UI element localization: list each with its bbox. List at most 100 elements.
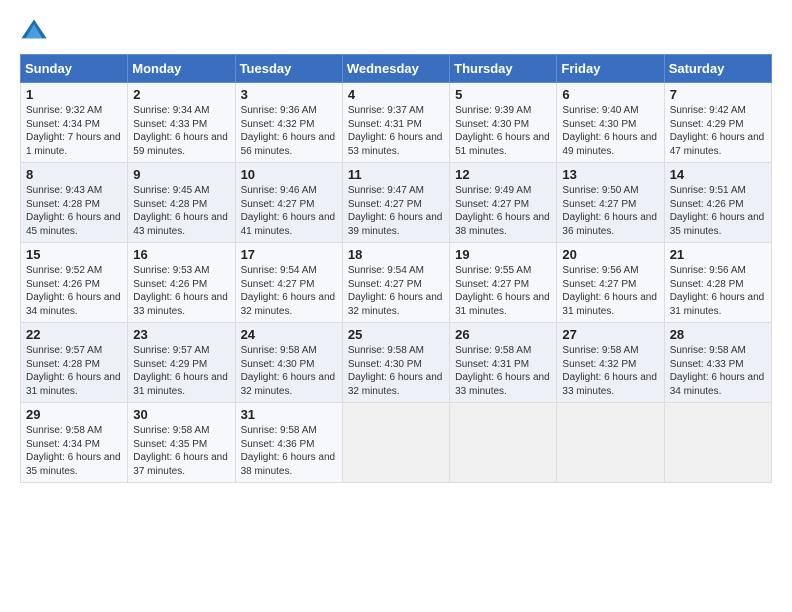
sunset-label: Sunset: 4:29 PM bbox=[670, 119, 744, 130]
day-number: 27 bbox=[562, 327, 658, 342]
daylight-label: Daylight: 6 hours and 34 minutes. bbox=[670, 372, 765, 397]
sunset-label: Sunset: 4:27 PM bbox=[455, 199, 529, 210]
daylight-label: Daylight: 6 hours and 33 minutes. bbox=[455, 372, 550, 397]
day-header-thursday: Thursday bbox=[450, 55, 557, 83]
sunrise-label: Sunrise: 9:55 AM bbox=[455, 265, 531, 276]
daylight-label: Daylight: 6 hours and 41 minutes. bbox=[241, 212, 336, 237]
day-number: 17 bbox=[241, 247, 337, 262]
sunrise-label: Sunrise: 9:39 AM bbox=[455, 105, 531, 116]
day-number: 28 bbox=[670, 327, 766, 342]
daylight-label: Daylight: 6 hours and 33 minutes. bbox=[133, 292, 228, 317]
cell-content: Sunrise: 9:55 AM Sunset: 4:27 PM Dayligh… bbox=[455, 264, 551, 318]
sunrise-label: Sunrise: 9:58 AM bbox=[670, 345, 746, 356]
calendar-cell: 21 Sunrise: 9:56 AM Sunset: 4:28 PM Dayl… bbox=[664, 243, 771, 323]
day-number: 14 bbox=[670, 167, 766, 182]
sunrise-label: Sunrise: 9:57 AM bbox=[133, 345, 209, 356]
sunset-label: Sunset: 4:30 PM bbox=[455, 119, 529, 130]
sunset-label: Sunset: 4:28 PM bbox=[26, 359, 100, 370]
day-number: 26 bbox=[455, 327, 551, 342]
cell-content: Sunrise: 9:50 AM Sunset: 4:27 PM Dayligh… bbox=[562, 184, 658, 238]
daylight-label: Daylight: 6 hours and 32 minutes. bbox=[348, 292, 443, 317]
week-row-1: 1 Sunrise: 9:32 AM Sunset: 4:34 PM Dayli… bbox=[21, 83, 772, 163]
cell-content: Sunrise: 9:45 AM Sunset: 4:28 PM Dayligh… bbox=[133, 184, 229, 238]
sunset-label: Sunset: 4:27 PM bbox=[562, 279, 636, 290]
day-number: 18 bbox=[348, 247, 444, 262]
calendar-cell: 16 Sunrise: 9:53 AM Sunset: 4:26 PM Dayl… bbox=[128, 243, 235, 323]
sunrise-label: Sunrise: 9:46 AM bbox=[241, 185, 317, 196]
daylight-label: Daylight: 6 hours and 33 minutes. bbox=[562, 372, 657, 397]
sunset-label: Sunset: 4:34 PM bbox=[26, 119, 100, 130]
day-number: 20 bbox=[562, 247, 658, 262]
week-row-5: 29 Sunrise: 9:58 AM Sunset: 4:34 PM Dayl… bbox=[21, 403, 772, 483]
sunrise-label: Sunrise: 9:56 AM bbox=[670, 265, 746, 276]
sunset-label: Sunset: 4:26 PM bbox=[670, 199, 744, 210]
calendar-header: SundayMondayTuesdayWednesdayThursdayFrid… bbox=[21, 55, 772, 83]
calendar-cell: 10 Sunrise: 9:46 AM Sunset: 4:27 PM Dayl… bbox=[235, 163, 342, 243]
sunrise-label: Sunrise: 9:58 AM bbox=[455, 345, 531, 356]
daylight-label: Daylight: 6 hours and 32 minutes. bbox=[348, 372, 443, 397]
calendar-cell: 7 Sunrise: 9:42 AM Sunset: 4:29 PM Dayli… bbox=[664, 83, 771, 163]
sunrise-label: Sunrise: 9:58 AM bbox=[562, 345, 638, 356]
day-header-monday: Monday bbox=[128, 55, 235, 83]
week-row-2: 8 Sunrise: 9:43 AM Sunset: 4:28 PM Dayli… bbox=[21, 163, 772, 243]
daylight-label: Daylight: 6 hours and 53 minutes. bbox=[348, 132, 443, 157]
calendar-cell: 28 Sunrise: 9:58 AM Sunset: 4:33 PM Dayl… bbox=[664, 323, 771, 403]
calendar-cell: 2 Sunrise: 9:34 AM Sunset: 4:33 PM Dayli… bbox=[128, 83, 235, 163]
sunset-label: Sunset: 4:30 PM bbox=[562, 119, 636, 130]
sunrise-label: Sunrise: 9:37 AM bbox=[348, 105, 424, 116]
day-header-wednesday: Wednesday bbox=[342, 55, 449, 83]
calendar-cell: 30 Sunrise: 9:58 AM Sunset: 4:35 PM Dayl… bbox=[128, 403, 235, 483]
sunrise-label: Sunrise: 9:43 AM bbox=[26, 185, 102, 196]
sunset-label: Sunset: 4:33 PM bbox=[133, 119, 207, 130]
day-number: 11 bbox=[348, 167, 444, 182]
cell-content: Sunrise: 9:57 AM Sunset: 4:28 PM Dayligh… bbox=[26, 344, 122, 398]
calendar-cell: 19 Sunrise: 9:55 AM Sunset: 4:27 PM Dayl… bbox=[450, 243, 557, 323]
cell-content: Sunrise: 9:39 AM Sunset: 4:30 PM Dayligh… bbox=[455, 104, 551, 158]
sunrise-label: Sunrise: 9:58 AM bbox=[133, 425, 209, 436]
daylight-label: Daylight: 6 hours and 32 minutes. bbox=[241, 292, 336, 317]
week-row-4: 22 Sunrise: 9:57 AM Sunset: 4:28 PM Dayl… bbox=[21, 323, 772, 403]
cell-content: Sunrise: 9:54 AM Sunset: 4:27 PM Dayligh… bbox=[241, 264, 337, 318]
sunrise-label: Sunrise: 9:42 AM bbox=[670, 105, 746, 116]
sunset-label: Sunset: 4:28 PM bbox=[133, 199, 207, 210]
cell-content: Sunrise: 9:58 AM Sunset: 4:30 PM Dayligh… bbox=[241, 344, 337, 398]
daylight-label: Daylight: 6 hours and 51 minutes. bbox=[455, 132, 550, 157]
sunset-label: Sunset: 4:27 PM bbox=[562, 199, 636, 210]
daylight-label: Daylight: 6 hours and 31 minutes. bbox=[133, 372, 228, 397]
sunrise-label: Sunrise: 9:54 AM bbox=[241, 265, 317, 276]
daylight-label: Daylight: 6 hours and 37 minutes. bbox=[133, 452, 228, 477]
cell-content: Sunrise: 9:58 AM Sunset: 4:35 PM Dayligh… bbox=[133, 424, 229, 478]
sunset-label: Sunset: 4:28 PM bbox=[670, 279, 744, 290]
sunrise-label: Sunrise: 9:53 AM bbox=[133, 265, 209, 276]
daylight-label: Daylight: 6 hours and 45 minutes. bbox=[26, 212, 121, 237]
day-number: 15 bbox=[26, 247, 122, 262]
day-number: 10 bbox=[241, 167, 337, 182]
daylight-label: Daylight: 6 hours and 31 minutes. bbox=[562, 292, 657, 317]
calendar-cell: 14 Sunrise: 9:51 AM Sunset: 4:26 PM Dayl… bbox=[664, 163, 771, 243]
sunrise-label: Sunrise: 9:54 AM bbox=[348, 265, 424, 276]
calendar-table: SundayMondayTuesdayWednesdayThursdayFrid… bbox=[20, 54, 772, 483]
week-row-3: 15 Sunrise: 9:52 AM Sunset: 4:26 PM Dayl… bbox=[21, 243, 772, 323]
daylight-label: Daylight: 6 hours and 43 minutes. bbox=[133, 212, 228, 237]
header bbox=[20, 16, 772, 44]
sunrise-label: Sunrise: 9:58 AM bbox=[348, 345, 424, 356]
cell-content: Sunrise: 9:37 AM Sunset: 4:31 PM Dayligh… bbox=[348, 104, 444, 158]
sunset-label: Sunset: 4:33 PM bbox=[670, 359, 744, 370]
daylight-label: Daylight: 6 hours and 31 minutes. bbox=[670, 292, 765, 317]
sunset-label: Sunset: 4:30 PM bbox=[241, 359, 315, 370]
daylight-label: Daylight: 6 hours and 49 minutes. bbox=[562, 132, 657, 157]
day-number: 6 bbox=[562, 87, 658, 102]
calendar-cell: 12 Sunrise: 9:49 AM Sunset: 4:27 PM Dayl… bbox=[450, 163, 557, 243]
sunset-label: Sunset: 4:31 PM bbox=[348, 119, 422, 130]
daylight-label: Daylight: 6 hours and 38 minutes. bbox=[241, 452, 336, 477]
calendar-cell: 1 Sunrise: 9:32 AM Sunset: 4:34 PM Dayli… bbox=[21, 83, 128, 163]
day-header-sunday: Sunday bbox=[21, 55, 128, 83]
sunset-label: Sunset: 4:32 PM bbox=[241, 119, 315, 130]
sunrise-label: Sunrise: 9:45 AM bbox=[133, 185, 209, 196]
daylight-label: Daylight: 6 hours and 59 minutes. bbox=[133, 132, 228, 157]
day-header-saturday: Saturday bbox=[664, 55, 771, 83]
sunset-label: Sunset: 4:29 PM bbox=[133, 359, 207, 370]
daylight-label: Daylight: 6 hours and 31 minutes. bbox=[455, 292, 550, 317]
daylight-label: Daylight: 6 hours and 31 minutes. bbox=[26, 372, 121, 397]
calendar-cell: 29 Sunrise: 9:58 AM Sunset: 4:34 PM Dayl… bbox=[21, 403, 128, 483]
